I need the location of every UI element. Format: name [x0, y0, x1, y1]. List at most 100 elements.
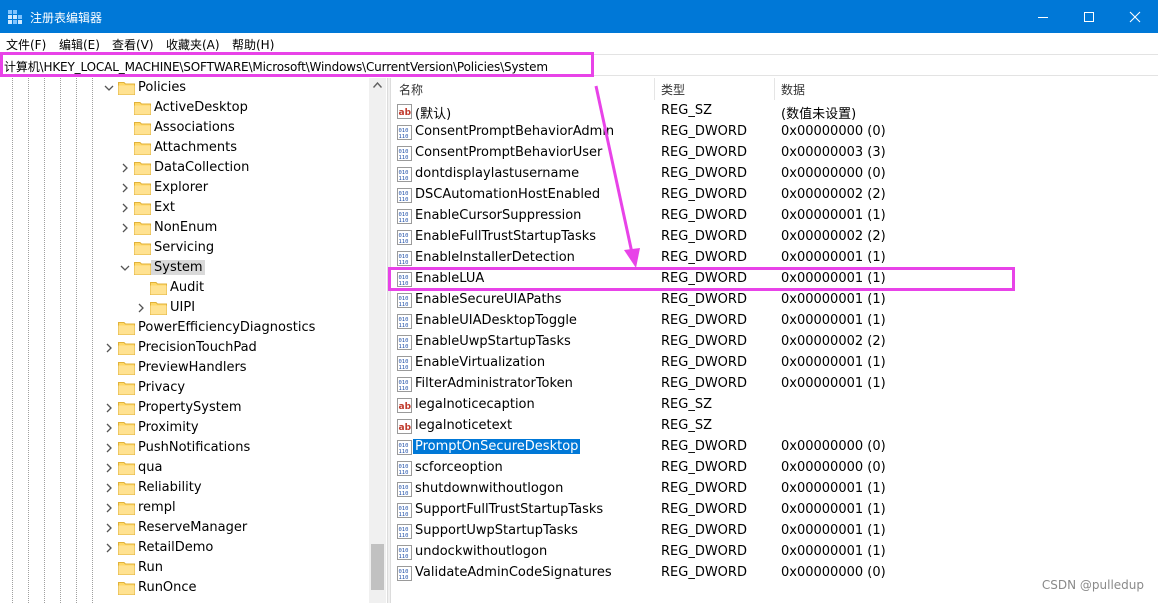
column-header-data[interactable]: 数据 [781, 81, 805, 98]
tree-item[interactable]: Explorer [0, 178, 369, 198]
menu-help[interactable]: 帮助(H) [232, 36, 274, 53]
tree-item-label: NonEnum [154, 220, 218, 235]
tree-item[interactable]: Attachments [0, 138, 369, 158]
column-divider[interactable] [774, 78, 775, 100]
value-row[interactable]: 010 110 EnableSecureUIAPaths REG_DWORD 0x000… [391, 290, 1158, 311]
tree-scrollbar[interactable] [369, 78, 386, 603]
tree-item[interactable]: Servicing [0, 238, 369, 258]
tree-item[interactable]: rempl [0, 498, 369, 518]
svg-text:110: 110 [399, 575, 409, 581]
value-row[interactable]: 010 110 shutdownwithoutlogon REG_DWORD 0x000… [391, 479, 1158, 500]
value-row[interactable]: 010 110 SupportFullTrustStartupTasks REG_DW… [391, 500, 1158, 521]
value-data: 0x00000000 (0) [781, 166, 886, 181]
value-row[interactable]: 010 110 EnableFullTrustStartupTasks REG_DWO… [391, 227, 1158, 248]
tree-item[interactable]: PushNotifications [0, 438, 369, 458]
folder-icon [134, 222, 151, 235]
menu-file[interactable]: 文件(F) [6, 36, 46, 53]
chevron-right-icon[interactable] [120, 182, 130, 194]
tree-item[interactable]: ReserveManager [0, 518, 369, 538]
title-bar: 注册表编辑器 [0, 0, 1158, 33]
tree-item-label: RunOnce [138, 580, 197, 595]
value-row[interactable]: 010 110 SupportUwpStartupTasks REG_DWORD 0x0… [391, 521, 1158, 542]
tree-item-label: Servicing [154, 240, 215, 255]
value-row[interactable]: 010 110 undockwithoutlogon REG_DWORD 0x00000… [391, 542, 1158, 563]
tree-item[interactable]: RunOnce [0, 578, 369, 598]
value-row[interactable]: 010 110 EnableVirtualization REG_DWORD 0x000… [391, 353, 1158, 374]
chevron-down-icon[interactable] [120, 262, 130, 274]
menu-view[interactable]: 查看(V) [112, 36, 154, 53]
value-name: scforceoption [415, 460, 503, 475]
folder-icon [150, 282, 167, 295]
chevron-right-icon[interactable] [104, 522, 114, 534]
minimize-icon [1038, 17, 1048, 18]
tree-item[interactable]: PowerEfficiencyDiagnostics [0, 318, 369, 338]
value-name: ConsentPromptBehaviorAdmin [415, 124, 615, 139]
value-row[interactable]: 010 110 dontdisplaylastusername REG_DWORD 0x… [391, 164, 1158, 185]
chevron-down-icon[interactable] [104, 82, 114, 94]
menu-favorites[interactable]: 收藏夹(A) [166, 36, 220, 53]
tree-item[interactable]: Audit [0, 278, 369, 298]
value-row[interactable]: 010 110 ConsentPromptBehaviorAdmin REG_DWOR… [391, 122, 1158, 143]
chevron-right-icon[interactable] [104, 442, 114, 454]
value-name: legalnoticecaption [415, 397, 535, 412]
value-name: EnableCursorSuppression [415, 208, 582, 223]
value-row[interactable]: 010 110 EnableCursorSuppression REG_DWORD 0x… [391, 206, 1158, 227]
value-data: 0x00000001 (1) [781, 355, 886, 370]
chevron-right-icon[interactable] [104, 422, 114, 434]
tree-item[interactable]: Proximity [0, 418, 369, 438]
tree-item[interactable]: Run [0, 558, 369, 578]
value-row[interactable]: ab legalnoticetext REG_SZ [391, 416, 1158, 437]
tree-item[interactable]: PropertySystem [0, 398, 369, 418]
tree-item[interactable]: ActiveDesktop [0, 98, 369, 118]
tree-item[interactable]: UIPI [0, 298, 369, 318]
chevron-right-icon[interactable] [104, 342, 114, 354]
tree-item[interactable]: RetailDemo [0, 538, 369, 558]
tree-item[interactable]: Policies [0, 78, 369, 98]
column-header-type[interactable]: 类型 [661, 81, 685, 98]
scroll-up-arrow-icon[interactable] [373, 82, 382, 88]
value-row[interactable]: 010 110 FilterAdministratorToken REG_DWORD 0… [391, 374, 1158, 395]
value-row[interactable]: ab (默认) REG_SZ (数值未设置) [391, 101, 1158, 122]
binary-value-icon: 010110 [397, 545, 412, 560]
chevron-right-icon[interactable] [120, 162, 130, 174]
menu-edit[interactable]: 编辑(E) [59, 36, 100, 53]
chevron-right-icon[interactable] [104, 542, 114, 554]
tree-item[interactable]: System [0, 258, 369, 278]
chevron-right-icon[interactable] [120, 202, 130, 214]
tree-item-label: PrecisionTouchPad [138, 340, 257, 355]
binary-value-icon: 010110 [397, 356, 412, 371]
tree-item[interactable]: PrecisionTouchPad [0, 338, 369, 358]
tree-item[interactable]: Privacy [0, 378, 369, 398]
chevron-right-icon[interactable] [104, 402, 114, 414]
svg-text:110: 110 [399, 449, 409, 455]
chevron-right-icon[interactable] [104, 502, 114, 514]
tree-item[interactable]: Ext [0, 198, 369, 218]
value-row[interactable]: ab legalnoticecaption REG_SZ [391, 395, 1158, 416]
column-divider[interactable] [654, 78, 655, 100]
tree-item[interactable]: DataCollection [0, 158, 369, 178]
tree-scroll-thumb[interactable] [371, 544, 384, 590]
chevron-right-icon[interactable] [104, 482, 114, 494]
value-row[interactable]: 010 110 PromptOnSecureDesktop REG_DWORD 0x00… [391, 437, 1158, 458]
value-row[interactable]: 010 110 EnableUwpStartupTasks REG_DWORD 0x00… [391, 332, 1158, 353]
value-row[interactable]: 010 110 EnableInstallerDetection REG_DWORD 0… [391, 248, 1158, 269]
tree-item[interactable]: NonEnum [0, 218, 369, 238]
maximize-button[interactable] [1066, 0, 1112, 33]
binary-value-icon: 010110 [397, 524, 412, 539]
close-button[interactable] [1112, 0, 1158, 33]
tree-item[interactable]: qua [0, 458, 369, 478]
minimize-button[interactable] [1020, 0, 1066, 33]
value-type: REG_DWORD [661, 124, 747, 139]
chevron-right-icon[interactable] [120, 222, 130, 234]
value-data: 0x00000000 (0) [781, 439, 886, 454]
column-header-name[interactable]: 名称 [399, 81, 423, 98]
chevron-right-icon[interactable] [136, 302, 146, 314]
value-row[interactable]: 010 110 DSCAutomationHostEnabled REG_DWORD 0… [391, 185, 1158, 206]
chevron-right-icon[interactable] [104, 462, 114, 474]
value-row[interactable]: 010 110 EnableUIADesktopToggle REG_DWORD 0x0… [391, 311, 1158, 332]
tree-item[interactable]: Associations [0, 118, 369, 138]
value-row[interactable]: 010 110 scforceoption REG_DWORD 0x00000000 (… [391, 458, 1158, 479]
tree-item[interactable]: Reliability [0, 478, 369, 498]
value-row[interactable]: 010 110 ConsentPromptBehaviorUser REG_DWORD… [391, 143, 1158, 164]
tree-item[interactable]: PreviewHandlers [0, 358, 369, 378]
